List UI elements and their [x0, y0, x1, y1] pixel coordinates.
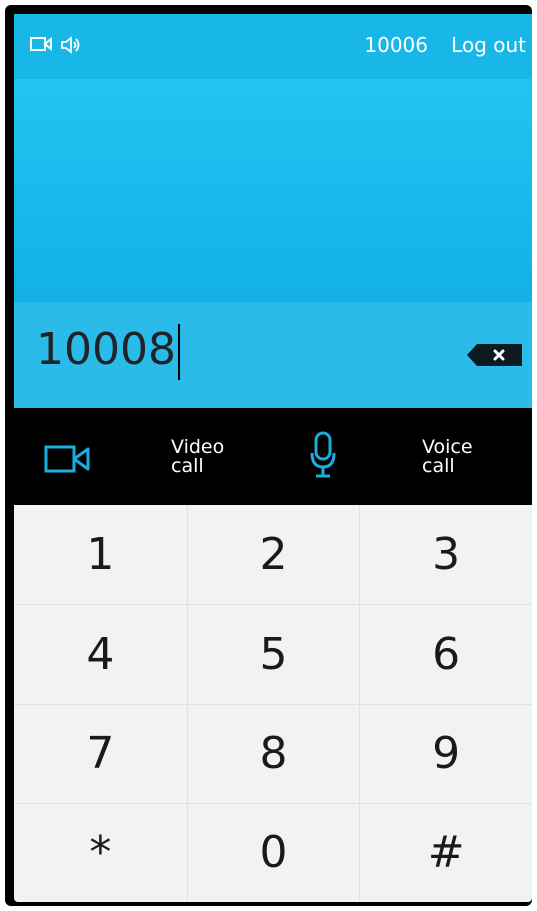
microphone-icon[interactable] [310, 431, 336, 483]
dial-keypad: 1 2 3 4 5 6 7 8 9 * 0 # [14, 505, 532, 902]
video-call-label-line2: call [171, 455, 204, 477]
voice-call-label-line2: call [422, 455, 455, 477]
video-call-icon[interactable] [44, 444, 90, 478]
dialed-number[interactable]: 10008 [36, 324, 176, 375]
top-bar: 10006 Log out [14, 14, 532, 79]
key-8[interactable]: 8 [186, 703, 360, 803]
key-0[interactable]: 0 [186, 802, 360, 902]
video-call-button[interactable]: Video call [171, 438, 241, 476]
key-5[interactable]: 5 [186, 604, 360, 704]
call-actions-bar: Video call Voice call [14, 408, 532, 505]
text-caret [177, 324, 180, 380]
key-6[interactable]: 6 [359, 604, 532, 704]
key-4[interactable]: 4 [14, 604, 187, 703]
key-9[interactable]: 9 [359, 703, 532, 803]
dialed-number-wrap[interactable]: 10008 [36, 320, 180, 380]
dial-entry[interactable]: 10008 [14, 302, 532, 408]
key-hash[interactable]: # [359, 802, 532, 902]
video-camera-icon[interactable] [30, 36, 52, 56]
speaker-icon[interactable] [60, 36, 82, 58]
key-star[interactable]: * [14, 802, 187, 902]
key-2[interactable]: 2 [186, 505, 360, 605]
key-7[interactable]: 7 [14, 703, 187, 803]
user-id: 10006 [364, 33, 428, 57]
video-display-area [14, 79, 532, 302]
key-3[interactable]: 3 [359, 505, 532, 605]
phone-frame: 10006 Log out 10008 Video call Voice cal… [5, 5, 532, 906]
backspace-icon[interactable] [465, 342, 523, 372]
logout-link[interactable]: Log out [451, 33, 526, 57]
key-1[interactable]: 1 [14, 505, 187, 604]
voice-call-button[interactable]: Voice call [422, 438, 492, 476]
